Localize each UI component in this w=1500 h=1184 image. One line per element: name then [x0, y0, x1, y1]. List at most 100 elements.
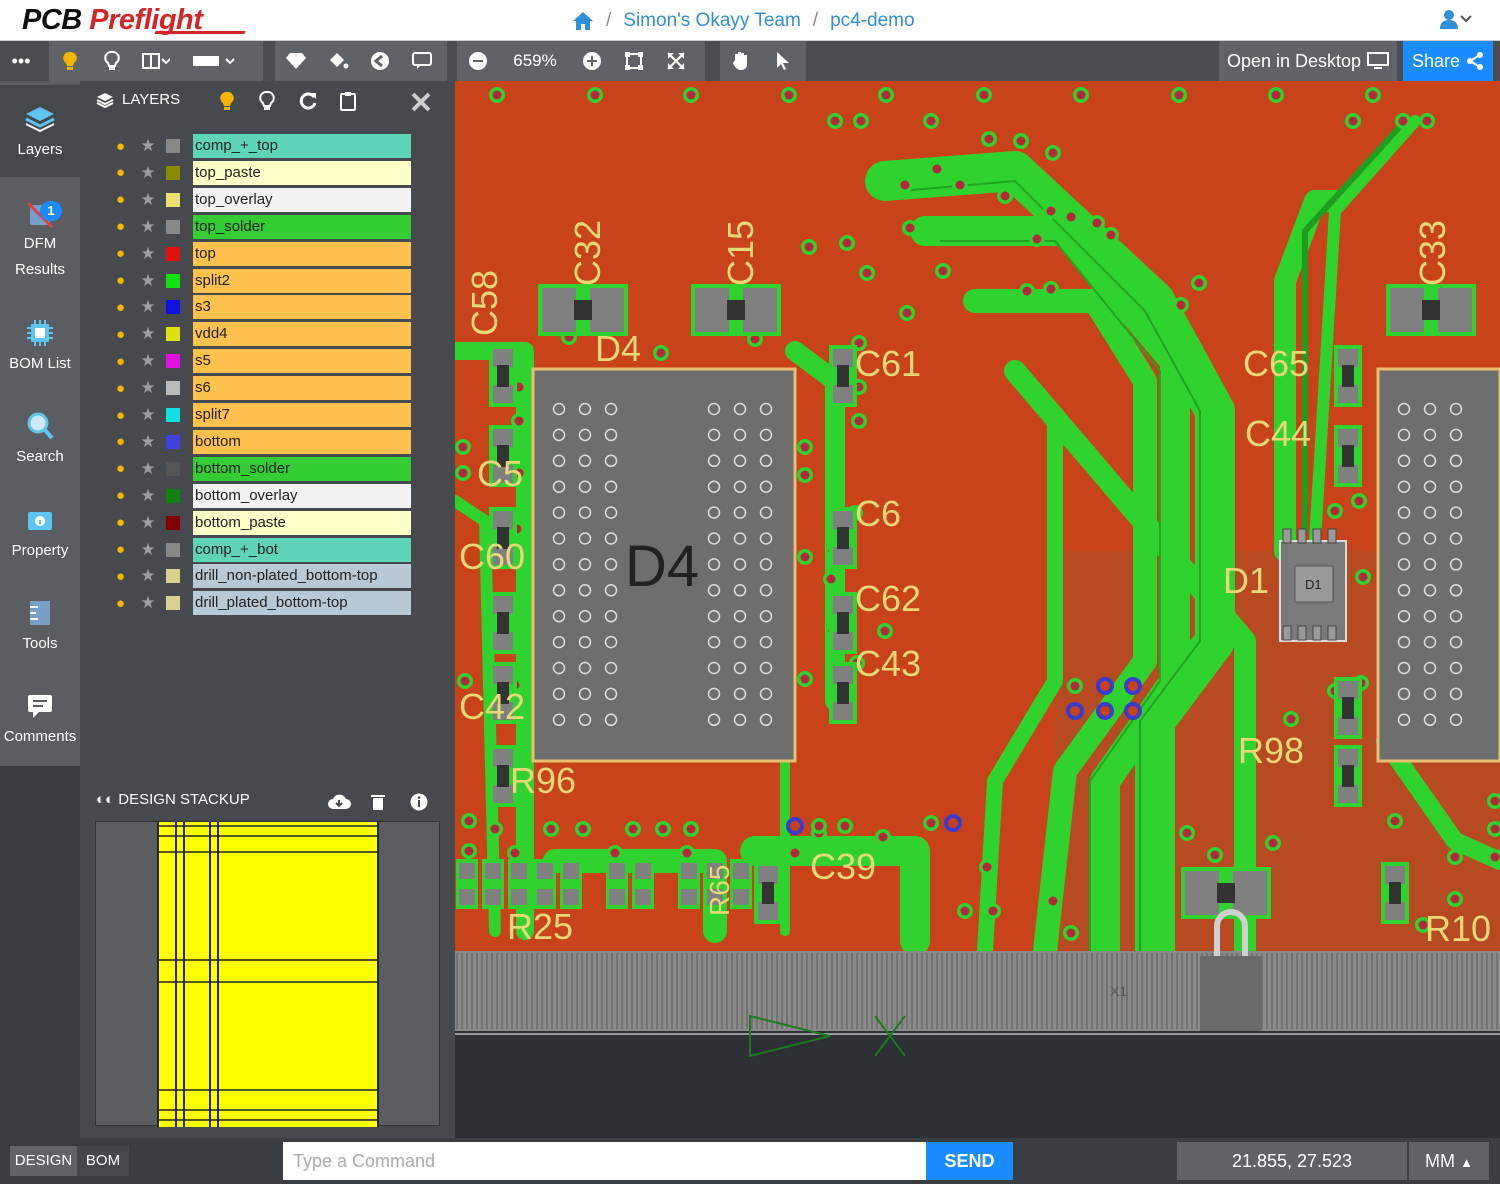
layer-name[interactable]: comp_+_bot [193, 537, 411, 562]
layer-row[interactable]: ● ★ top_overlay [116, 187, 411, 212]
clipboard-icon[interactable] [340, 91, 356, 111]
layer-color-swatch[interactable] [166, 192, 180, 207]
layer-name[interactable]: top [193, 241, 411, 266]
layer-favorite-star-icon[interactable]: ★ [136, 297, 160, 317]
open-in-desktop-button[interactable]: Open in Desktop [1219, 41, 1397, 81]
back-arrow-icon[interactable] [359, 41, 401, 81]
layer-color-swatch[interactable] [166, 300, 180, 315]
layer-name[interactable]: top_solder [193, 214, 411, 239]
layer-row[interactable]: ● ★ s3 [116, 295, 411, 320]
trash-icon[interactable] [370, 793, 386, 811]
hide-all-bulb-icon[interactable] [259, 91, 275, 111]
layer-visibility-bulb-icon[interactable]: ● [116, 299, 130, 316]
nav-comments[interactable]: Comments [0, 690, 80, 750]
layer-color-swatch[interactable] [166, 434, 180, 449]
layer-row[interactable]: ● ★ split2 [116, 268, 411, 293]
layer-visibility-bulb-icon[interactable]: ● [116, 326, 130, 343]
layer-visibility-bulb-icon[interactable]: ● [116, 191, 130, 208]
pointer-icon[interactable] [762, 41, 804, 81]
refresh-icon[interactable] [298, 91, 318, 111]
layer-favorite-star-icon[interactable]: ★ [136, 351, 160, 371]
layer-favorite-star-icon[interactable]: ★ [136, 271, 160, 291]
nav-tools[interactable]: Tools [0, 597, 80, 657]
layer-color-swatch[interactable] [166, 542, 180, 557]
unit-select[interactable]: MM ▲ [1409, 1142, 1489, 1180]
pcb-board-render[interactable]: D4 D4 D1 D1 C61 C65 C44 C6 C62 C43 C60 C… [455, 81, 1500, 1138]
layer-visibility-bulb-icon[interactable]: ● [116, 568, 130, 585]
layer-name[interactable]: vdd4 [193, 322, 411, 347]
bulb-on-icon[interactable] [49, 41, 91, 81]
layer-favorite-star-icon[interactable]: ★ [136, 163, 160, 183]
layer-visibility-bulb-icon[interactable]: ● [116, 164, 130, 181]
layer-row[interactable]: ● ★ bottom_solder [116, 456, 411, 481]
layer-favorite-star-icon[interactable]: ★ [136, 540, 160, 560]
layer-name[interactable]: s5 [193, 349, 411, 374]
share-button[interactable]: Share [1403, 41, 1493, 81]
breadcrumb-project[interactable]: pc4-demo [830, 10, 915, 32]
layer-favorite-star-icon[interactable]: ★ [136, 244, 160, 264]
info-icon[interactable] [410, 793, 428, 811]
layer-color-swatch[interactable] [166, 569, 180, 584]
tab-bom[interactable]: BOM [77, 1146, 129, 1176]
layer-row[interactable]: ● ★ comp_+_top [116, 134, 411, 158]
expand-icon[interactable] [655, 41, 697, 81]
layer-favorite-star-icon[interactable]: ★ [136, 566, 160, 586]
layer-visibility-bulb-icon[interactable]: ● [116, 272, 130, 289]
show-all-bulb-icon[interactable] [219, 91, 235, 111]
pcb-canvas[interactable]: D4 D4 D1 D1 C61 C65 C44 C6 C62 C43 C60 C… [455, 81, 1500, 1138]
gem-icon[interactable] [275, 41, 317, 81]
cloud-download-icon[interactable] [327, 793, 351, 811]
layer-visibility-bulb-icon[interactable]: ● [116, 514, 130, 531]
layer-row[interactable]: ● ★ s6 [116, 376, 411, 401]
layer-favorite-star-icon[interactable]: ★ [136, 136, 160, 156]
layer-visibility-bulb-icon[interactable]: ● [116, 380, 130, 397]
layer-name[interactable]: drill_non-plated_bottom-top [193, 564, 411, 589]
layer-favorite-star-icon[interactable]: ★ [136, 459, 160, 479]
layer-color-swatch[interactable] [166, 461, 180, 476]
layer-row[interactable]: ● ★ split7 [116, 403, 411, 427]
layer-name[interactable]: top_paste [193, 160, 411, 185]
tab-design[interactable]: DESIGN [10, 1146, 77, 1176]
layer-visibility-bulb-icon[interactable]: ● [116, 407, 130, 424]
layer-favorite-star-icon[interactable]: ★ [136, 513, 160, 533]
layer-name[interactable]: s3 [193, 295, 411, 320]
layer-row[interactable]: ● ★ s5 [116, 349, 411, 374]
layer-visibility-bulb-icon[interactable]: ● [116, 487, 130, 504]
layer-name[interactable]: comp_+_top [193, 134, 411, 158]
layer-visibility-bulb-icon[interactable]: ● [116, 138, 130, 155]
layer-visibility-bulb-icon[interactable]: ● [116, 595, 130, 612]
layer-name[interactable]: split2 [193, 268, 411, 293]
layer-favorite-star-icon[interactable]: ★ [136, 217, 160, 237]
layer-name[interactable]: bottom_solder [193, 456, 411, 481]
layer-color-swatch[interactable] [166, 354, 180, 369]
command-input[interactable] [283, 1142, 926, 1180]
layer-favorite-star-icon[interactable]: ★ [136, 190, 160, 210]
layer-visibility-bulb-icon[interactable]: ● [116, 353, 130, 370]
layer-row[interactable]: ● ★ top_paste [116, 160, 411, 185]
layer-visibility-bulb-icon[interactable]: ● [116, 218, 130, 235]
layer-visibility-bulb-icon[interactable]: ● [116, 460, 130, 477]
layer-favorite-star-icon[interactable]: ★ [136, 324, 160, 344]
comment-icon[interactable] [401, 41, 443, 81]
zoom-level[interactable]: 659% [499, 51, 571, 71]
layer-favorite-star-icon[interactable]: ★ [136, 432, 160, 452]
layer-row[interactable]: ● ★ drill_plated_bottom-top [116, 591, 411, 616]
layer-favorite-star-icon[interactable]: ★ [136, 405, 160, 425]
user-icon[interactable] [1438, 8, 1460, 30]
layer-color-swatch[interactable] [166, 381, 180, 396]
nav-dfm-results[interactable]: 1 DFM Results [0, 197, 80, 283]
layer-visibility-bulb-icon[interactable]: ● [116, 541, 130, 558]
layer-favorite-star-icon[interactable]: ★ [136, 486, 160, 506]
close-icon[interactable] [410, 91, 432, 113]
layer-favorite-star-icon[interactable]: ★ [136, 378, 160, 398]
layer-row[interactable]: ● ★ comp_+_bot [116, 537, 411, 562]
layer-color-swatch[interactable] [166, 596, 180, 611]
layer-color-swatch[interactable] [166, 488, 180, 503]
paint-bucket-icon[interactable] [317, 41, 359, 81]
layer-color-swatch[interactable] [166, 165, 180, 180]
layer-row[interactable]: ● ★ top_solder [116, 214, 411, 239]
layer-row[interactable]: ● ★ vdd4 [116, 322, 411, 347]
chevron-down-icon[interactable] [1460, 12, 1472, 24]
layer-color-swatch[interactable] [166, 408, 180, 422]
layer-row[interactable]: ● ★ bottom_overlay [116, 483, 411, 508]
